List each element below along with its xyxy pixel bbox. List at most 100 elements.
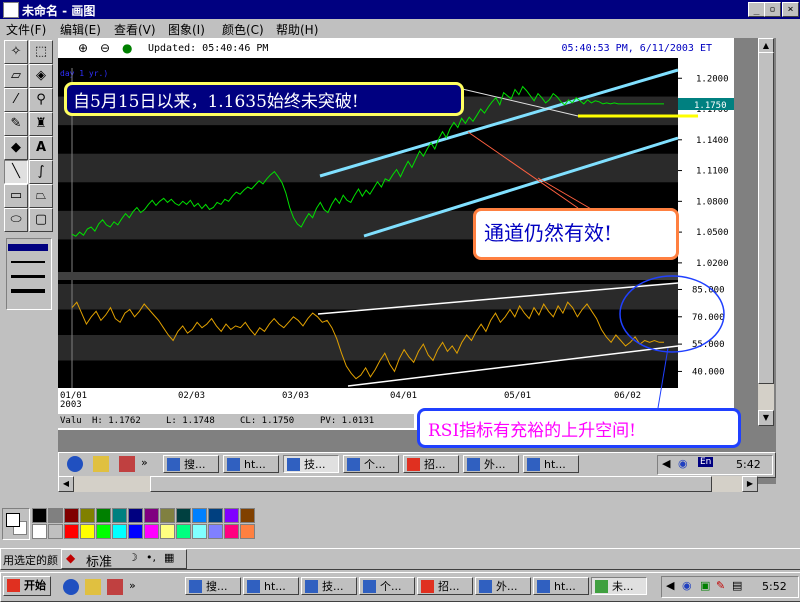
vertical-scrollbar[interactable]: ▲ ▼ (758, 38, 774, 426)
polygon-icon[interactable]: ⏢ (29, 184, 53, 208)
inner-task-ht-1[interactable]: ht... (223, 455, 279, 473)
line-icon[interactable]: ╲ (4, 160, 28, 184)
airbrush-icon[interactable]: ◆ (4, 136, 28, 160)
free-select-icon[interactable]: ✧ (4, 40, 28, 64)
task-cmb[interactable]: 招... (417, 577, 473, 595)
minimize-button[interactable]: _ (748, 2, 765, 17)
more-icon[interactable]: » (141, 456, 148, 469)
scroll-down-icon[interactable]: ▼ (758, 410, 774, 426)
color-swatch[interactable] (176, 508, 191, 523)
color-picker-icon[interactable]: ⁄ (4, 88, 28, 112)
volume-icon[interactable]: ◀ (666, 579, 674, 592)
color-swatch[interactable] (144, 524, 159, 539)
inner-task-forex[interactable]: 外... (463, 455, 519, 473)
width-2[interactable] (11, 261, 45, 263)
punct-icon[interactable]: •, (146, 551, 156, 564)
color-swatch[interactable] (160, 508, 175, 523)
color-swatch[interactable] (208, 508, 223, 523)
eraser-icon[interactable]: ▱ (4, 64, 28, 88)
task-tech[interactable]: 技... (301, 577, 357, 595)
inner-task-search[interactable]: 搜... (163, 455, 219, 473)
color-swatch[interactable] (192, 524, 207, 539)
volume-icon[interactable]: ◀ (662, 457, 670, 470)
refresh-icon[interactable]: ● (122, 41, 132, 55)
color-swatch[interactable] (64, 508, 79, 523)
inner-task-tech[interactable]: 技... (283, 455, 339, 473)
halfwidth-icon[interactable]: ☽ (128, 551, 138, 564)
text-icon[interactable]: A (29, 136, 53, 160)
eye-icon[interactable]: ◉ (678, 457, 688, 470)
menu-edit[interactable]: 编辑(E) (60, 21, 101, 38)
zoom-out-icon[interactable]: ⊖ (100, 41, 110, 55)
menu-file[interactable]: 文件(F) (6, 21, 46, 38)
menu-help[interactable]: 帮助(H) (276, 21, 318, 38)
menu-image[interactable]: 图象(I) (168, 21, 205, 38)
color-swatch[interactable] (224, 508, 239, 523)
hscroll-thumb[interactable] (150, 476, 712, 492)
color-swatch[interactable] (176, 524, 191, 539)
task-ht-1[interactable]: ht... (243, 577, 299, 595)
color-swatch[interactable] (128, 508, 143, 523)
menu-view[interactable]: 查看(V) (114, 21, 156, 38)
color-swatch[interactable] (144, 508, 159, 523)
color-swatch[interactable] (240, 524, 255, 539)
network-icon[interactable]: ▣ (700, 579, 710, 592)
start-button[interactable]: 开始 (3, 576, 51, 596)
color-swatch[interactable] (48, 508, 63, 523)
color-swatch[interactable] (64, 524, 79, 539)
shapes-icon[interactable] (107, 579, 123, 595)
ime-mode[interactable]: 标准 (86, 551, 112, 570)
tray-app-icon[interactable]: ▤ (732, 579, 742, 592)
more-icon[interactable]: » (129, 579, 136, 592)
paint-app-icon[interactable] (3, 2, 19, 18)
curve-icon[interactable]: ∫ (29, 160, 53, 184)
horizontal-scrollbar[interactable]: ◀ ▶ (58, 476, 758, 492)
ellipse-icon[interactable]: ⬭ (4, 208, 28, 232)
eye-icon[interactable]: ◉ (682, 579, 692, 592)
checklist-icon[interactable] (85, 579, 101, 595)
magnifier-icon[interactable]: ⚲ (29, 88, 53, 112)
color-swatch[interactable] (160, 524, 175, 539)
annotation-top-note[interactable]: 自5月15日以来，1.1635始终未突破! (64, 82, 464, 116)
task-forex[interactable]: 外... (475, 577, 531, 595)
color-swatch[interactable] (128, 524, 143, 539)
task-paint[interactable]: 未... (591, 577, 647, 595)
ie-icon[interactable] (63, 579, 79, 595)
vscroll-thumb[interactable] (758, 52, 774, 384)
width-3[interactable] (11, 275, 45, 278)
fill-bucket-icon[interactable]: ◈ (29, 64, 53, 88)
width-4[interactable] (11, 289, 45, 293)
scroll-left-icon[interactable]: ◀ (58, 476, 74, 492)
color-swatch[interactable] (32, 524, 47, 539)
tray-tool-icon[interactable]: ✎ (716, 579, 725, 592)
color-swatch[interactable] (32, 508, 47, 523)
ime-toolbar[interactable]: ◆ 标准 ☽ •, ▦ (61, 549, 187, 570)
color-swatch[interactable] (80, 524, 95, 539)
color-swatch[interactable] (208, 524, 223, 539)
ime-lang[interactable]: En (698, 457, 714, 467)
pencil-icon[interactable]: ✎ (4, 112, 28, 136)
brush-icon[interactable]: ♜ (29, 112, 53, 136)
inner-task-personal[interactable]: 个... (343, 455, 399, 473)
color-swatch[interactable] (96, 524, 111, 539)
rect-select-icon[interactable]: ⬚ (29, 40, 53, 64)
annotation-channel-note[interactable]: 通道仍然有效! (473, 208, 679, 260)
color-swatch[interactable] (112, 524, 127, 539)
keyboard-icon[interactable]: ▦ (164, 551, 174, 564)
color-swatch[interactable] (224, 524, 239, 539)
color-swatch[interactable] (96, 508, 111, 523)
line-width-selector[interactable] (6, 238, 52, 310)
task-personal[interactable]: 个... (359, 577, 415, 595)
color-swatch[interactable] (48, 524, 63, 539)
restore-button[interactable]: ▫ (764, 2, 781, 17)
task-ht-2[interactable]: ht... (533, 577, 589, 595)
inner-task-cmb[interactable]: 招... (403, 455, 459, 473)
color-swatch[interactable] (112, 508, 127, 523)
rectangle-icon[interactable]: ▭ (4, 184, 28, 208)
ime-logo-icon[interactable]: ◆ (66, 551, 75, 565)
menu-colors[interactable]: 颜色(C) (222, 21, 264, 38)
color-swatch[interactable] (240, 508, 255, 523)
width-1[interactable] (8, 244, 48, 251)
annotation-rsi-note[interactable]: RSI指标有充裕的上升空间! (417, 408, 741, 448)
close-button[interactable]: × (782, 2, 799, 17)
